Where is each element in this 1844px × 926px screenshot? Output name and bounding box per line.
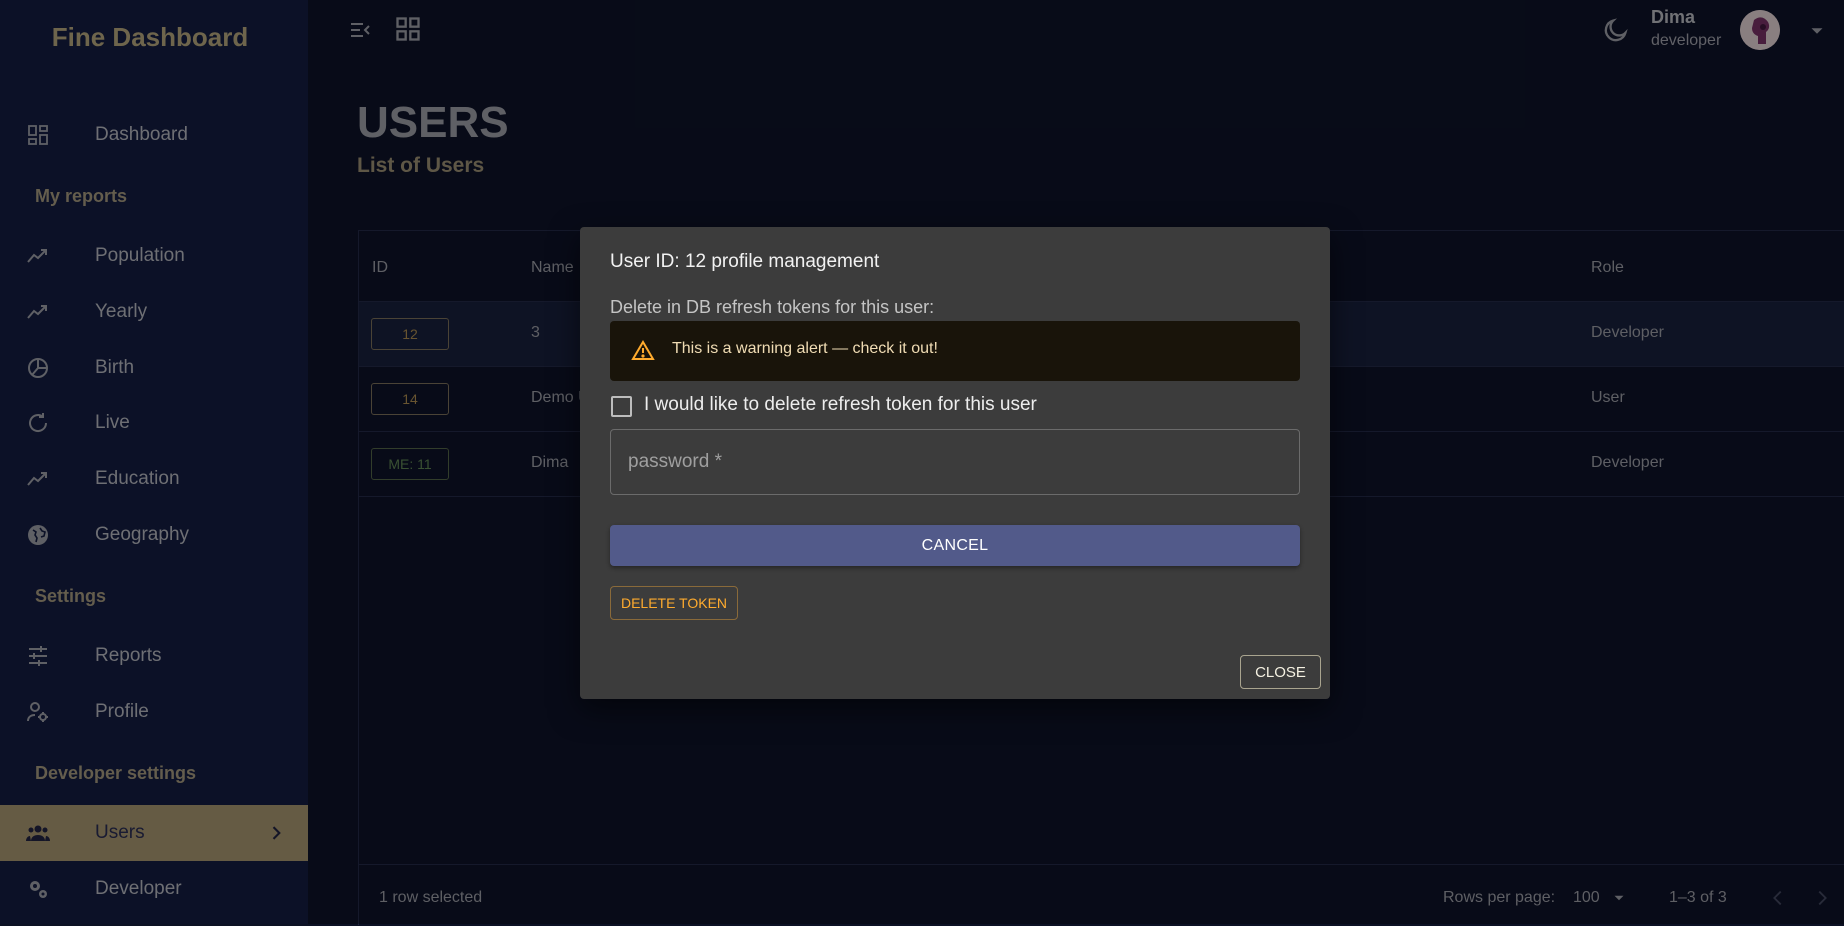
dialog-label: Delete in DB refresh tokens for this use… [610, 297, 935, 317]
alert-message: This is a warning alert — check it out! [672, 340, 938, 357]
password-label: password * [628, 451, 722, 472]
cancel-button[interactable]: CANCEL [610, 525, 1300, 566]
checkbox-label[interactable]: I would like to delete refresh token for… [644, 394, 1037, 416]
password-field[interactable]: password * [610, 429, 1300, 495]
close-button[interactable]: CLOSE [1240, 655, 1321, 689]
delete-token-button[interactable]: DELETE TOKEN [610, 586, 738, 620]
delete-token-checkbox[interactable] [611, 396, 632, 417]
profile-management-dialog: User ID: 12 profile management Delete in… [580, 227, 1330, 699]
warning-alert: This is a warning alert — check it out! [610, 321, 1300, 381]
warning-icon [631, 340, 655, 360]
dialog-title: User ID: 12 profile management [610, 251, 880, 272]
